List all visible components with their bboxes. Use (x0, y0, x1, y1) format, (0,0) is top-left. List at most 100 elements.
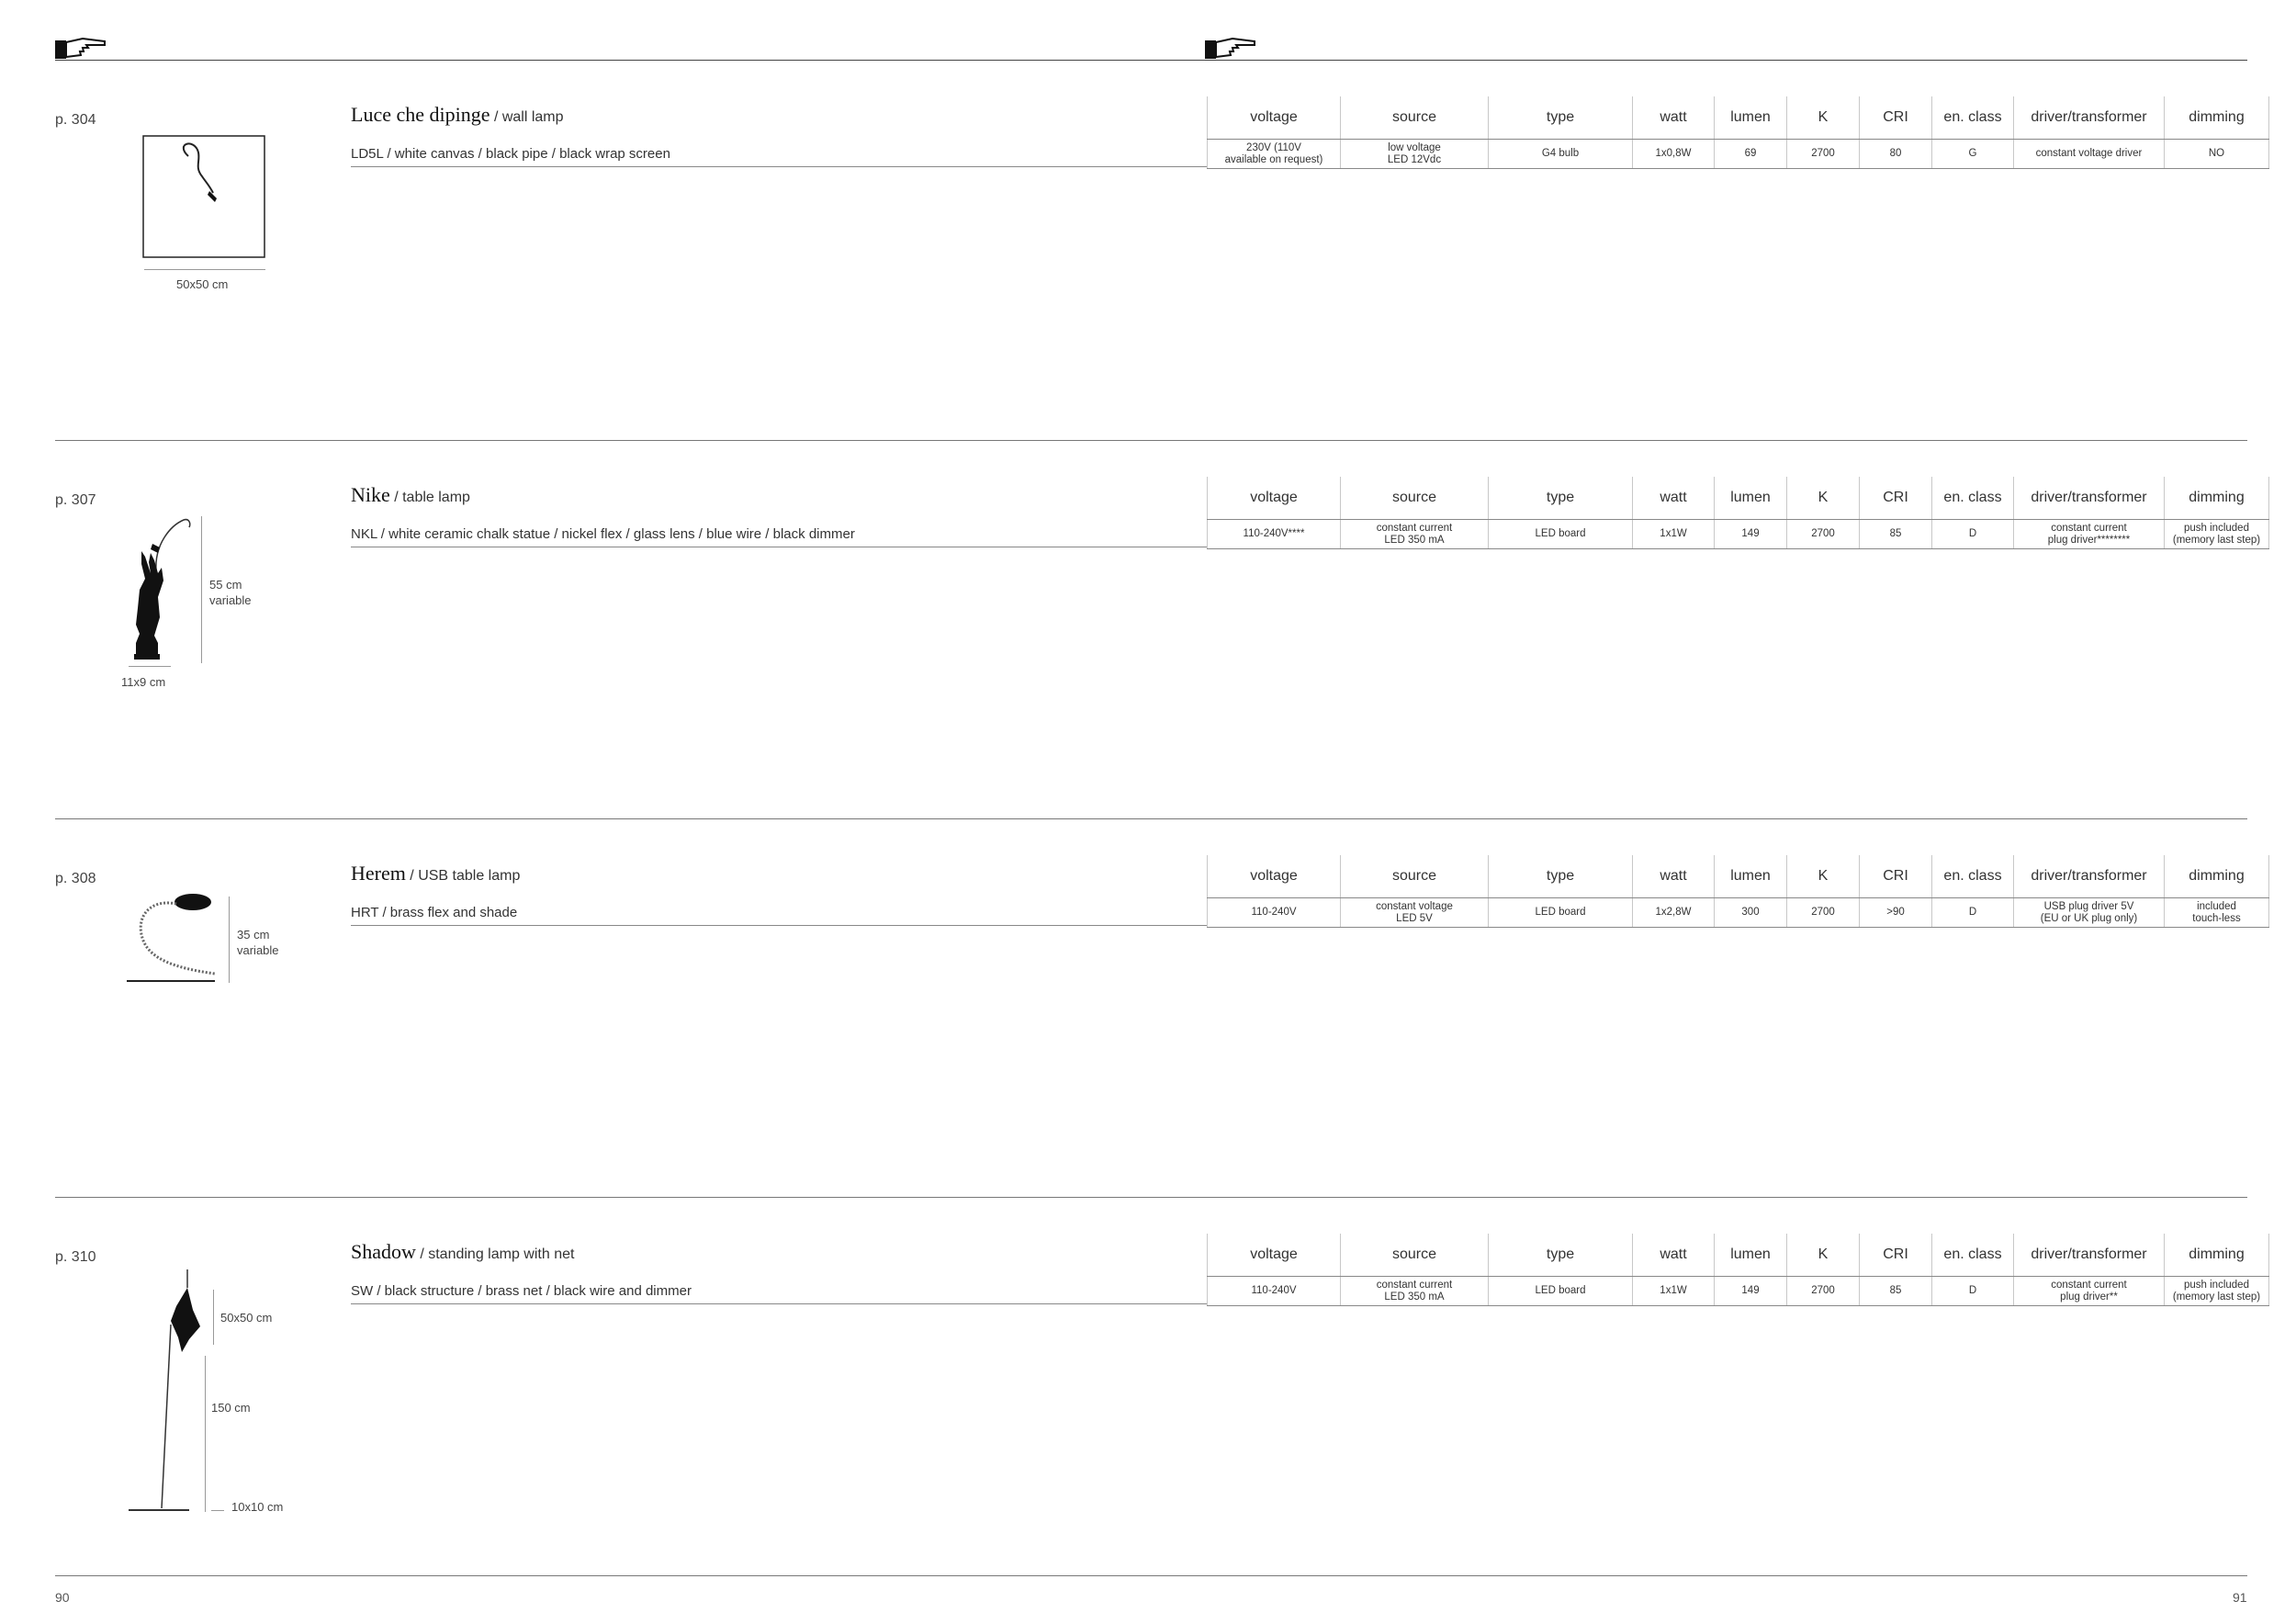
col-source: source (1340, 477, 1489, 520)
cell-voltage: 230V (110V available on request) (1207, 139, 1341, 169)
cell-en-class: D (1931, 519, 2014, 549)
spec-header-row: voltage source type watt lumen K CRI en.… (1207, 477, 2269, 520)
spec-header-row: voltage source type watt lumen K CRI en.… (1207, 1234, 2269, 1277)
cell-en-class: D (1931, 897, 2014, 928)
dimension-label: 50x50 cm (220, 1311, 273, 1325)
pointing-hand-icon (55, 37, 106, 59)
product-section-herem: p. 308 Herem / USB table lamp HRT / bras… (0, 849, 2296, 1227)
spec-row: 110-240V constant voltage LED 5V LED boa… (1207, 897, 2269, 928)
col-type: type (1488, 477, 1633, 520)
col-lumen: lumen (1714, 477, 1787, 520)
rabbit-table-lamp-drawing (134, 518, 191, 660)
spec-row: 110-240V**** constant current LED 350 mA… (1207, 519, 2269, 549)
col-watt: watt (1632, 855, 1715, 898)
col-driver: driver/transformer (2013, 96, 2165, 140)
product-title: Nike / table lamp (351, 483, 470, 507)
section-divider (55, 440, 2247, 441)
product-title: Herem / USB table lamp (351, 862, 520, 885)
col-lumen: lumen (1714, 855, 1787, 898)
base-dimension-line (211, 1510, 224, 1511)
col-dimming: dimming (2164, 96, 2269, 140)
spec-row: 110-240V constant current LED 350 mA LED… (1207, 1276, 2269, 1306)
col-cri: CRI (1859, 477, 1932, 520)
col-driver: driver/transformer (2013, 1234, 2165, 1277)
cell-en-class: D (1931, 1276, 2014, 1306)
cell-source: constant current LED 350 mA (1340, 519, 1489, 549)
cell-dimming: push included (memory last step) (2164, 1276, 2269, 1306)
cell-cri: 85 (1859, 1276, 1932, 1306)
cell-voltage: 110-240V**** (1207, 519, 1341, 549)
dimension-label: 55 cm variable (209, 578, 252, 607)
col-k: K (1786, 1234, 1860, 1277)
col-en-class: en. class (1931, 96, 2014, 140)
col-watt: watt (1632, 477, 1715, 520)
spec-table: voltage source type watt lumen K CRI en.… (1207, 477, 2269, 549)
cell-dimming: push included (memory last step) (2164, 519, 2269, 549)
col-voltage: voltage (1207, 855, 1341, 898)
product-name: Luce che dipinge (351, 103, 490, 126)
wall-lamp-drawing (142, 135, 265, 258)
height-dimension-line (201, 516, 202, 663)
cell-type: LED board (1488, 897, 1633, 928)
dimension-label: 10x10 cm (231, 1500, 284, 1514)
col-type: type (1488, 855, 1633, 898)
product-section-nike: p. 307 Nike / table lamp NKL / white cer… (0, 470, 2296, 849)
header-rule (55, 60, 2247, 61)
cell-lumen: 69 (1714, 139, 1787, 169)
section-divider (55, 1197, 2247, 1198)
height-dimension-line (205, 1356, 206, 1512)
cell-dimming: NO (2164, 139, 2269, 169)
product-variant: SW / black structure / brass net / black… (351, 1283, 692, 1299)
product-variant: HRT / brass flex and shade (351, 905, 518, 920)
cell-source: low voltage LED 12Vdc (1340, 139, 1489, 169)
product-section-luce-che-dipinge: p. 304 Luce che dipinge / wall lamp LD5L… (0, 90, 2296, 468)
cell-watt: 1x1W (1632, 519, 1715, 549)
col-k: K (1786, 855, 1860, 898)
spec-table: voltage source type watt lumen K CRI en.… (1207, 96, 2269, 169)
cell-cri: >90 (1859, 897, 1932, 928)
spec-table: voltage source type watt lumen K CRI en.… (1207, 1234, 2269, 1306)
shade-height-dimension-line (213, 1290, 214, 1345)
page-reference: p. 304 (55, 112, 96, 128)
variant-underline (351, 925, 1207, 926)
product-subtitle: / USB table lamp (405, 868, 521, 884)
col-watt: watt (1632, 1234, 1715, 1277)
cell-watt: 1x2,8W (1632, 897, 1715, 928)
cell-lumen: 149 (1714, 1276, 1787, 1306)
col-cri: CRI (1859, 1234, 1932, 1277)
section-divider (55, 818, 2247, 819)
cell-type: LED board (1488, 1276, 1633, 1306)
col-k: K (1786, 477, 1860, 520)
col-en-class: en. class (1931, 855, 2014, 898)
cell-dimming: included touch-less (2164, 897, 2269, 928)
page-reference: p. 307 (55, 492, 96, 508)
spec-header-row: voltage source type watt lumen K CRI en.… (1207, 855, 2269, 898)
product-title: Luce che dipinge / wall lamp (351, 103, 564, 127)
cell-driver: USB plug driver 5V (EU or UK plug only) (2013, 897, 2165, 928)
col-voltage: voltage (1207, 1234, 1341, 1277)
col-source: source (1340, 1234, 1489, 1277)
page-reference: p. 310 (55, 1249, 96, 1265)
height-dimension-line (229, 897, 230, 983)
cell-voltage: 110-240V (1207, 1276, 1341, 1306)
col-watt: watt (1632, 96, 1715, 140)
cell-type: G4 bulb (1488, 139, 1633, 169)
dimension-label: 50x50 cm (176, 277, 229, 291)
section-divider (55, 1575, 2247, 1576)
cell-k: 2700 (1786, 1276, 1860, 1306)
product-subtitle: / wall lamp (490, 109, 564, 125)
cell-watt: 1x0,8W (1632, 139, 1715, 169)
product-name: Nike (351, 483, 390, 506)
col-cri: CRI (1859, 96, 1932, 140)
cell-type: LED board (1488, 519, 1633, 549)
pointing-hand-icon (1205, 37, 1255, 59)
col-voltage: voltage (1207, 96, 1341, 140)
col-type: type (1488, 1234, 1633, 1277)
cell-k: 2700 (1786, 897, 1860, 928)
cell-k: 2700 (1786, 139, 1860, 169)
variant-underline (351, 1303, 1207, 1304)
product-subtitle: / standing lamp with net (415, 1246, 575, 1262)
cell-cri: 85 (1859, 519, 1932, 549)
cell-cri: 80 (1859, 139, 1932, 169)
dimension-label: 11x9 cm (121, 675, 166, 689)
